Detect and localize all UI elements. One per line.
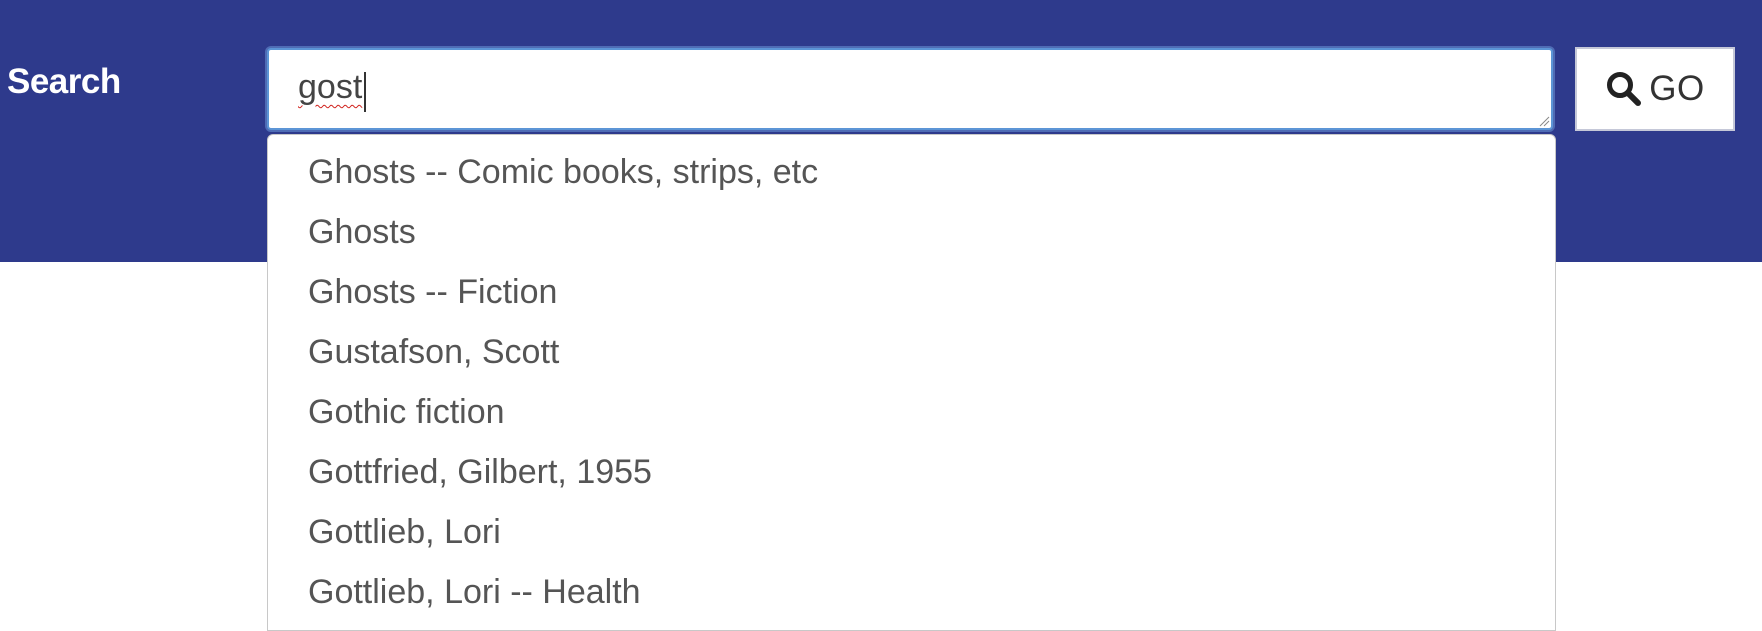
suggestion-item[interactable]: Gottfried, Gilbert, 1955 bbox=[268, 447, 1555, 507]
search-input[interactable] bbox=[267, 48, 1553, 130]
suggestion-item[interactable]: Ghosts -- Comic books, strips, etc bbox=[268, 147, 1555, 207]
suggestion-item[interactable]: Gothic fiction bbox=[268, 387, 1555, 447]
suggestion-item[interactable]: Ghosts bbox=[268, 207, 1555, 267]
search-icon bbox=[1607, 72, 1642, 106]
suggestion-item[interactable]: Gustafson, Scott bbox=[268, 327, 1555, 387]
suggestion-item[interactable]: Gottlieb, Lori -- Health bbox=[268, 567, 1555, 627]
search-input-value: gost bbox=[298, 68, 363, 106]
go-button[interactable]: GO bbox=[1575, 47, 1735, 131]
resize-grip-icon[interactable] bbox=[1538, 115, 1550, 127]
go-button-label: GO bbox=[1649, 69, 1705, 108]
suggestion-item[interactable]: Ghosts -- Fiction bbox=[268, 267, 1555, 327]
search-label: Search bbox=[7, 62, 121, 101]
suggestion-item[interactable]: Gottlieb, Lori bbox=[268, 507, 1555, 567]
text-caret bbox=[364, 72, 366, 112]
autocomplete-dropdown: Ghosts -- Comic books, strips, etc Ghost… bbox=[267, 134, 1556, 631]
